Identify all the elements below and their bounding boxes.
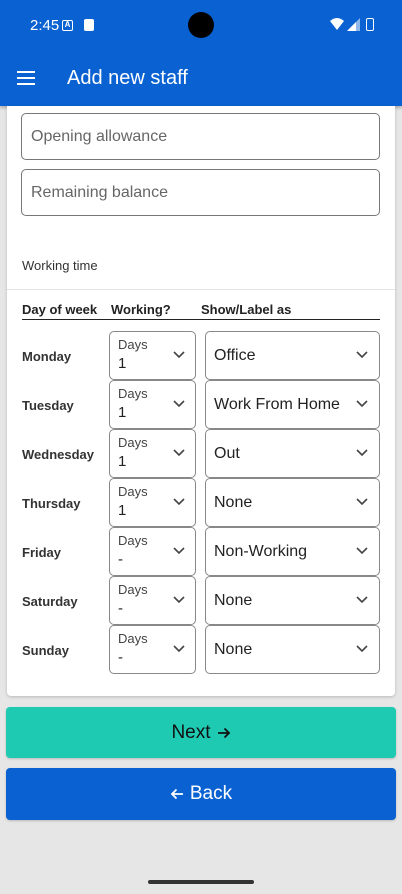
show-label-select[interactable]: None <box>205 478 380 527</box>
remaining-balance-input[interactable] <box>21 169 380 216</box>
chevron-down-icon <box>356 498 368 506</box>
working-days-select[interactable]: Days 1 <box>109 478 196 527</box>
app-bar: Add new staff <box>0 52 402 106</box>
show-label-select[interactable]: None <box>205 576 380 625</box>
working-days-select[interactable]: Days 1 <box>109 380 196 429</box>
chevron-down-icon <box>356 351 368 359</box>
label-value: None <box>214 494 253 511</box>
page-title: Add new staff <box>67 67 188 89</box>
arrow-right-icon <box>217 727 230 738</box>
days-caption: Days <box>118 533 148 548</box>
next-button-label: Next <box>171 721 211 743</box>
day-label: Thursday <box>22 496 81 511</box>
chevron-down-icon <box>173 645 185 653</box>
label-value: Out <box>214 445 240 462</box>
days-value: - <box>118 600 123 617</box>
chevron-down-icon <box>356 547 368 555</box>
home-indicator[interactable] <box>148 880 254 884</box>
show-label-select[interactable]: Out <box>205 429 380 478</box>
days-value: 1 <box>118 502 127 519</box>
status-bar: 2:45 A <box>0 0 402 52</box>
chevron-down-icon <box>173 351 185 359</box>
day-label: Wednesday <box>22 447 95 462</box>
chevron-down-icon <box>173 400 185 408</box>
working-days-select[interactable]: Days - <box>109 527 196 576</box>
days-caption: Days <box>118 386 148 401</box>
table-row: Tuesday Days 1 Work From Home <box>7 380 395 429</box>
form-card: Working time Day of week Working? Show/L… <box>7 106 395 696</box>
chevron-down-icon <box>356 645 368 653</box>
working-days-select[interactable]: Days 1 <box>109 331 196 380</box>
table-header: Day of week Working? Show/Label as <box>22 300 380 320</box>
table-row: Friday Days - Non-Working <box>7 527 395 576</box>
back-button-label: Back <box>189 782 233 804</box>
header-working: Working? <box>111 302 171 317</box>
days-value: 1 <box>118 453 127 470</box>
chevron-down-icon <box>173 547 185 555</box>
chevron-down-icon <box>356 449 368 457</box>
show-label-select[interactable]: Office <box>205 331 380 380</box>
day-label: Friday <box>22 545 62 560</box>
arrow-left-icon <box>170 788 183 799</box>
chevron-down-icon <box>356 596 368 604</box>
day-label: Monday <box>22 349 72 364</box>
table-row: Wednesday Days 1 Out <box>7 429 395 478</box>
working-days-select[interactable]: Days - <box>109 576 196 625</box>
working-time-label: Working time <box>22 258 98 273</box>
next-button[interactable]: Next <box>6 707 396 758</box>
table-row: Sunday Days - None <box>7 625 395 674</box>
days-caption: Days <box>118 435 148 450</box>
show-label-select[interactable]: Non-Working <box>205 527 380 576</box>
camera-cutout <box>188 12 214 38</box>
label-value: Office <box>214 347 256 364</box>
wifi-icon <box>330 18 344 30</box>
menu-icon[interactable] <box>17 71 35 85</box>
header-label: Show/Label as <box>201 302 292 317</box>
table-row: Thursday Days 1 None <box>7 478 395 527</box>
days-caption: Days <box>118 582 148 597</box>
day-label: Sunday <box>22 643 69 658</box>
label-value: None <box>214 641 253 658</box>
sd-card-icon <box>84 19 94 31</box>
header-day: Day of week <box>22 302 98 317</box>
signal-icon <box>347 18 360 31</box>
show-label-select[interactable]: Work From Home <box>205 380 380 429</box>
day-label: Tuesday <box>22 398 74 413</box>
table-row: Monday Days 1 Office <box>7 331 395 380</box>
chevron-down-icon <box>173 596 185 604</box>
label-value: Work From Home <box>214 396 340 413</box>
chevron-down-icon <box>356 400 368 408</box>
status-time: 2:45 <box>30 17 60 34</box>
chevron-down-icon <box>173 449 185 457</box>
label-value: None <box>214 592 253 609</box>
days-value: - <box>118 551 123 568</box>
days-value: 1 <box>118 355 127 372</box>
days-value: - <box>118 649 123 666</box>
chevron-down-icon <box>173 498 185 506</box>
days-caption: Days <box>118 484 148 499</box>
label-value: Non-Working <box>214 543 308 560</box>
notification-icon: A <box>62 20 73 31</box>
table-row: Saturday Days - None <box>7 576 395 625</box>
show-label-select[interactable]: None <box>205 625 380 674</box>
back-button[interactable]: Back <box>6 768 396 820</box>
working-days-select[interactable]: Days 1 <box>109 429 196 478</box>
day-label: Saturday <box>22 594 78 609</box>
opening-allowance-input[interactable] <box>21 113 380 160</box>
days-value: 1 <box>118 404 127 421</box>
battery-icon <box>366 18 374 31</box>
divider <box>7 289 395 290</box>
working-days-select[interactable]: Days - <box>109 625 196 674</box>
days-caption: Days <box>118 337 148 352</box>
days-caption: Days <box>118 631 148 646</box>
